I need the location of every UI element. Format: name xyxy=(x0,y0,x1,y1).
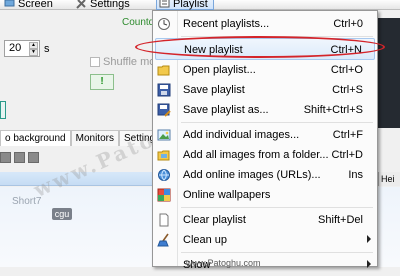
menu-separator xyxy=(181,122,373,123)
menu-item-shortcut: Shift+Del xyxy=(318,214,363,226)
settings-button[interactable]: Settings xyxy=(76,0,130,10)
folder-icon xyxy=(157,63,171,77)
main-toolbar: Screen Settings Playlist xyxy=(0,0,400,10)
interval-unit-label: s xyxy=(44,43,50,55)
annotation-highlight-ellipse xyxy=(135,36,385,58)
screen-button[interactable]: Screen xyxy=(4,0,53,10)
list-tool-icon[interactable] xyxy=(0,152,11,163)
menu-item-label: Online wallpapers xyxy=(183,189,271,201)
shuffle-label: Shuffle mo xyxy=(103,56,156,68)
menu-item-clear-playlist[interactable]: Clear playlist Shift+Del xyxy=(155,209,375,231)
menu-item-shortcut: Ctrl+D xyxy=(331,149,363,161)
list-tool-icon[interactable] xyxy=(14,152,25,163)
menu-item-save-playlist[interactable]: Save playlist Ctrl+S xyxy=(155,79,375,101)
menu-item-add-folder-images[interactable]: Add all images from a folder... Ctrl+D xyxy=(155,144,375,166)
menu-item-label: Save playlist as... xyxy=(183,104,269,116)
menu-item-label: Add individual images... xyxy=(183,129,300,141)
alert-button[interactable]: ! xyxy=(90,74,114,90)
menu-item-recent-playlists[interactable]: Recent playlists... Ctrl+0 xyxy=(155,13,375,35)
stepper-up-icon[interactable]: ▲ xyxy=(29,42,38,49)
menu-item-shortcut: Shift+Ctrl+S xyxy=(303,104,363,116)
menu-item-shortcut: Ctrl+F xyxy=(332,129,363,141)
menu-item-shortcut: Ctrl+S xyxy=(332,84,363,96)
broom-icon xyxy=(157,233,171,247)
tab-background[interactable]: o background xyxy=(0,130,71,146)
menu-item-label: Open playlist... xyxy=(183,64,256,76)
page-icon xyxy=(157,213,171,227)
menu-item-label: Add all images from a folder... xyxy=(183,149,329,161)
menu-item-label: Add online images (URLs)... xyxy=(183,169,321,181)
settings-button-label: Settings xyxy=(90,0,130,10)
menu-item-shortcut: Ins xyxy=(348,169,363,181)
menu-separator xyxy=(181,252,373,253)
playlist-menu-label: Playlist xyxy=(173,0,208,10)
wallpaper-icon xyxy=(157,188,171,202)
shuffle-checkbox[interactable]: Shuffle mo xyxy=(90,56,155,68)
list-toolbar xyxy=(0,152,39,163)
tools-icon xyxy=(76,0,87,9)
menu-item-clean-up[interactable]: Clean up xyxy=(155,229,375,251)
menu-item-shortcut: Ctrl+0 xyxy=(333,18,363,30)
checkbox-box[interactable] xyxy=(90,57,100,67)
menu-item-online-wallpapers[interactable]: Online wallpapers xyxy=(155,184,375,206)
floppy-icon xyxy=(157,83,171,97)
menu-item-shortcut: Ctrl+O xyxy=(330,64,363,76)
menu-item-add-online-images[interactable]: Add online images (URLs)... Ins xyxy=(155,164,375,186)
menu-separator xyxy=(181,207,373,208)
stepper-down-icon[interactable]: ▼ xyxy=(29,49,38,56)
list-tool-icon[interactable] xyxy=(28,152,39,163)
playlist-icon xyxy=(159,0,170,11)
menu-item-label: Recent playlists... xyxy=(183,18,270,30)
stepper-arrows[interactable]: ▲ ▼ xyxy=(29,42,38,56)
playlist-menu-button[interactable]: Playlist xyxy=(156,0,214,10)
screen-icon xyxy=(4,0,15,9)
thumbnail-badge: cgu xyxy=(52,208,72,220)
floppy-pen-icon xyxy=(157,103,171,117)
menu-item-open-playlist[interactable]: Open playlist... Ctrl+O xyxy=(155,59,375,81)
image-icon xyxy=(157,128,171,142)
menu-item-label: Clear playlist xyxy=(183,214,246,226)
screen-button-label: Screen xyxy=(18,0,53,10)
clock-icon xyxy=(157,17,171,31)
menu-item-label: Save playlist xyxy=(183,84,245,96)
folder-images-icon xyxy=(157,148,171,162)
submenu-arrow-icon xyxy=(367,235,371,243)
interval-stepper[interactable]: 20 ▲ ▼ xyxy=(4,40,40,57)
interval-value: 20 xyxy=(9,42,22,54)
menu-item-label: Clean up xyxy=(183,234,228,246)
column-header-height[interactable]: Hei xyxy=(378,172,400,186)
globe-icon xyxy=(157,168,171,182)
menu-item-save-playlist-as[interactable]: Save playlist as... Shift+Ctrl+S xyxy=(155,99,375,121)
menu-item-add-individual-images[interactable]: Add individual images... Ctrl+F xyxy=(155,124,375,146)
side-control[interactable] xyxy=(0,101,6,119)
